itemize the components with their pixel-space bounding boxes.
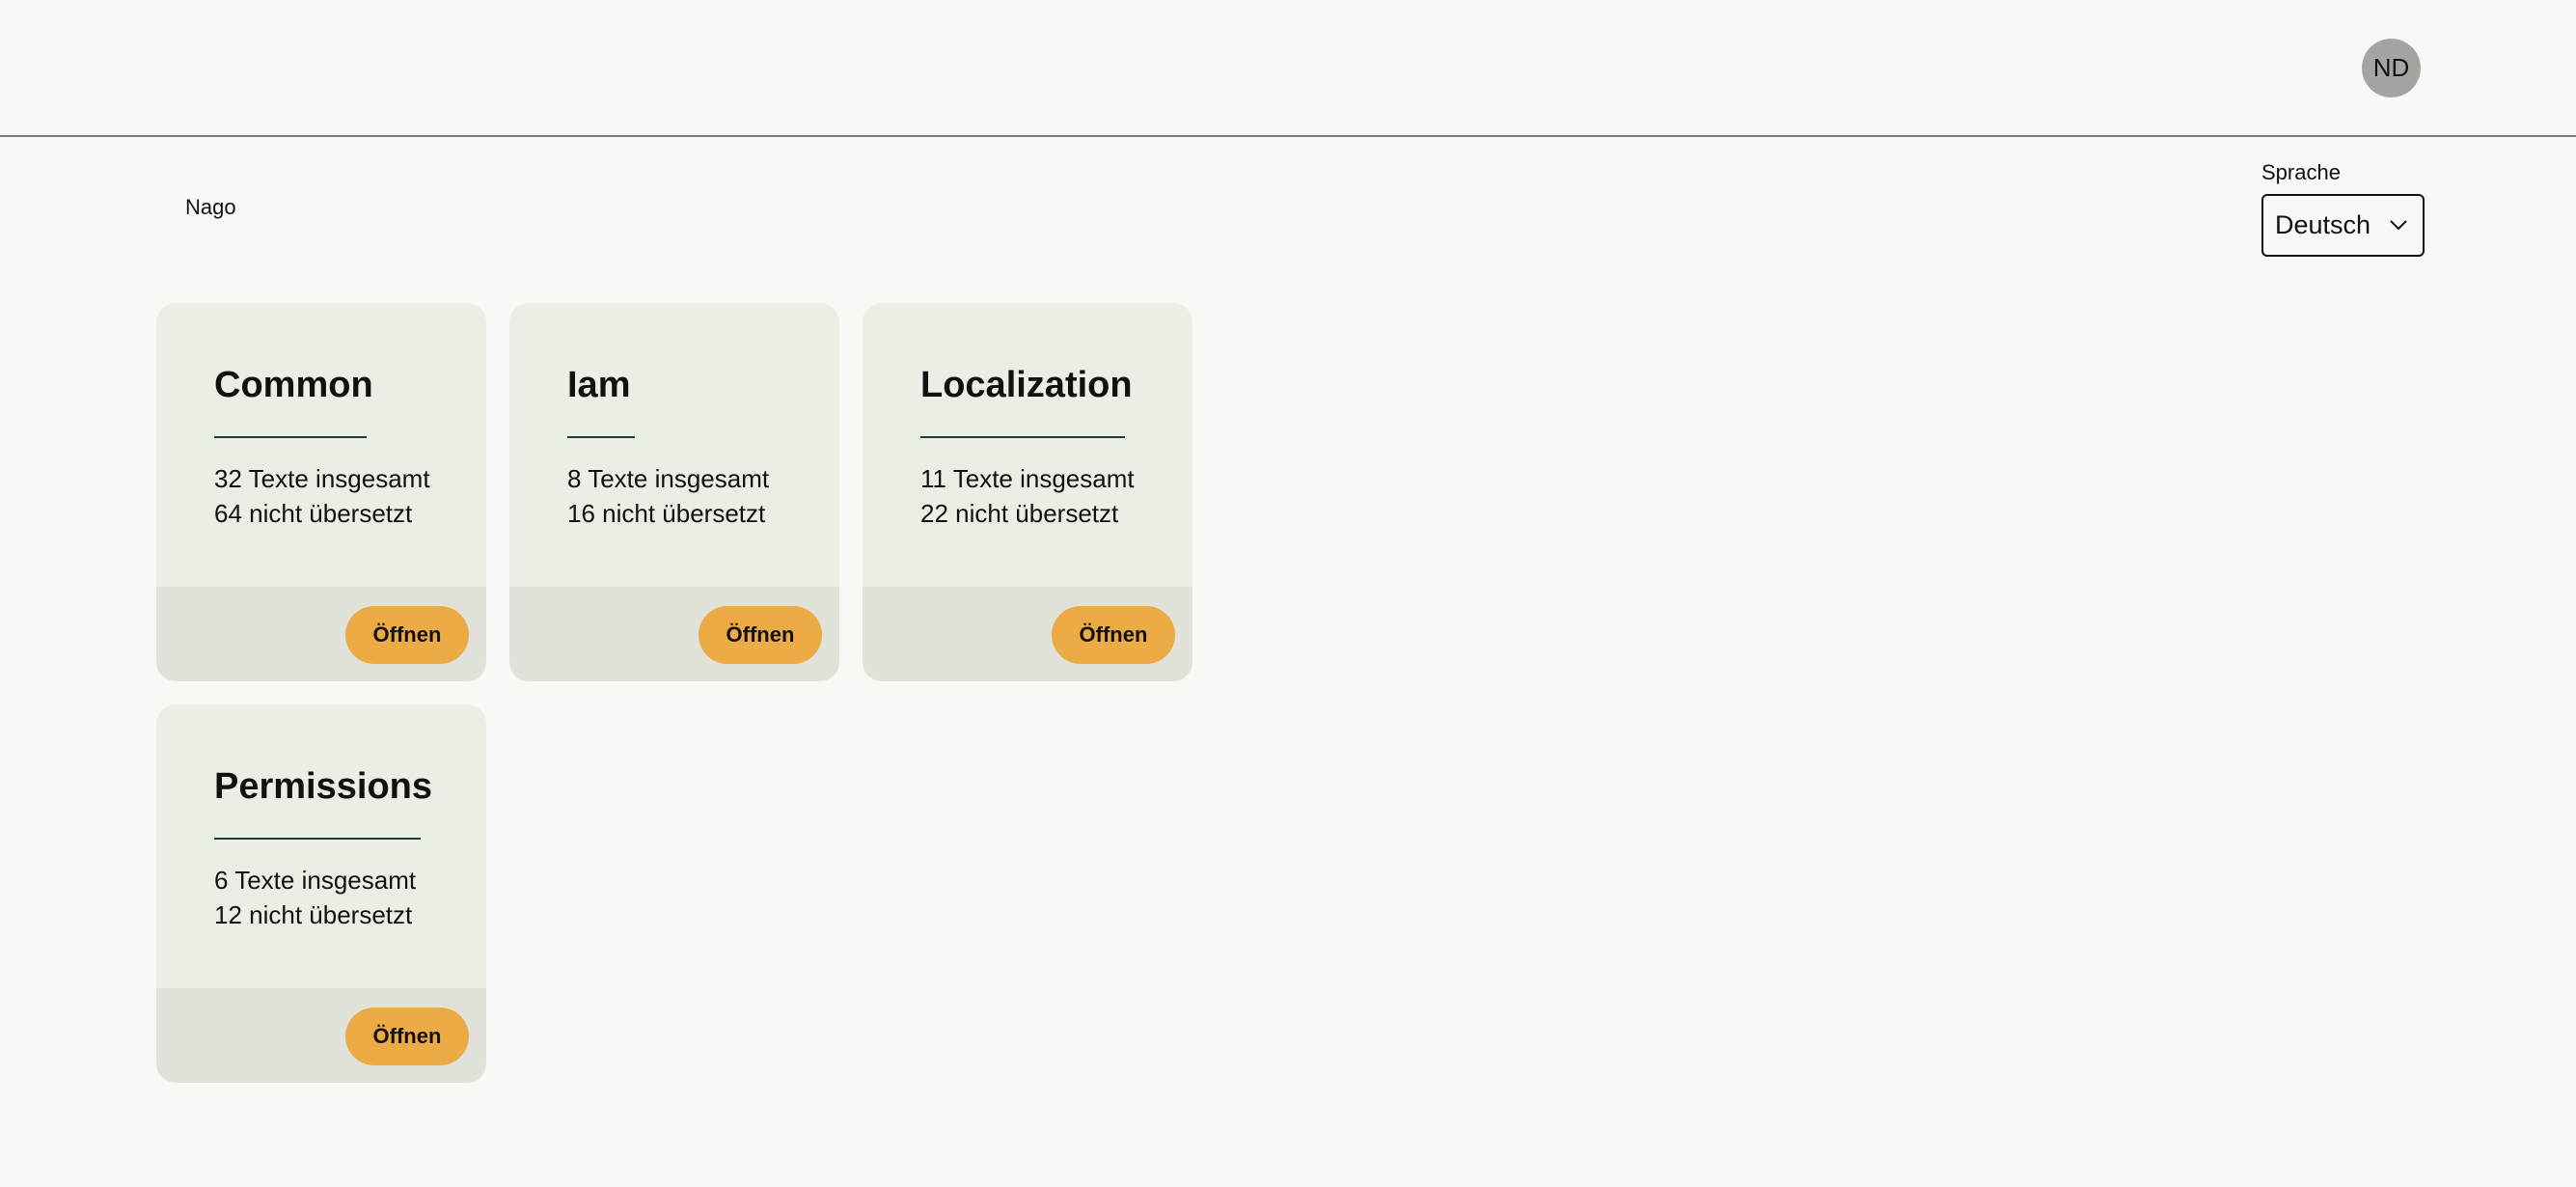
card-body: Localization 11 Texte insgesamt 22 nicht… (863, 303, 1192, 587)
card-footer: Öffnen (156, 988, 486, 1083)
card-total-count: 6 Texte insgesamt (214, 866, 417, 895)
chevron-down-icon (2390, 220, 2407, 231)
open-button[interactable]: Öffnen (345, 1008, 469, 1065)
card-divider (567, 436, 635, 438)
card-untranslated-count: 16 nicht übersetzt (567, 499, 766, 528)
card-footer: Öffnen (863, 587, 1192, 681)
card-total-count: 32 Texte insgesamt (214, 464, 430, 493)
card-body: Common 32 Texte insgesamt 64 nicht übers… (156, 303, 486, 587)
card-common: Common 32 Texte insgesamt 64 nicht übers… (156, 303, 486, 681)
open-button[interactable]: Öffnen (699, 606, 822, 664)
card-title: Localization (920, 365, 1133, 405)
card-localization: Localization 11 Texte insgesamt 22 nicht… (863, 303, 1192, 681)
open-button[interactable]: Öffnen (1052, 606, 1175, 664)
card-divider (920, 436, 1125, 438)
language-label: Sprache (2261, 160, 2341, 184)
language-selected-value: Deutsch (2275, 210, 2371, 239)
breadcrumb[interactable]: Nago (185, 195, 236, 220)
language-select[interactable]: Deutsch (2261, 194, 2425, 257)
avatar[interactable]: ND (2362, 39, 2421, 97)
card-title: Common (214, 365, 373, 405)
card-divider (214, 838, 421, 840)
card-footer: Öffnen (156, 587, 486, 681)
card-body: Iam 8 Texte insgesamt 16 nicht übersetzt (509, 303, 839, 587)
open-button[interactable]: Öffnen (345, 606, 469, 664)
card-footer: Öffnen (509, 587, 839, 681)
avatar-initials: ND (2372, 53, 2410, 82)
card-title: Iam (567, 365, 631, 405)
card-total-count: 8 Texte insgesamt (567, 464, 770, 493)
card-total-count: 11 Texte insgesamt (920, 464, 1135, 493)
card-body: Permissions 6 Texte insgesamt 12 nicht ü… (156, 704, 486, 988)
top-bar: ND (0, 0, 2576, 137)
card-untranslated-count: 22 nicht übersetzt (920, 499, 1119, 528)
card-iam: Iam 8 Texte insgesamt 16 nicht übersetzt… (509, 303, 839, 681)
card-title: Permissions (214, 766, 432, 807)
card-untranslated-count: 64 nicht übersetzt (214, 499, 413, 528)
card-divider (214, 436, 367, 438)
card-permissions: Permissions 6 Texte insgesamt 12 nicht ü… (156, 704, 486, 1083)
card-untranslated-count: 12 nicht übersetzt (214, 900, 413, 929)
